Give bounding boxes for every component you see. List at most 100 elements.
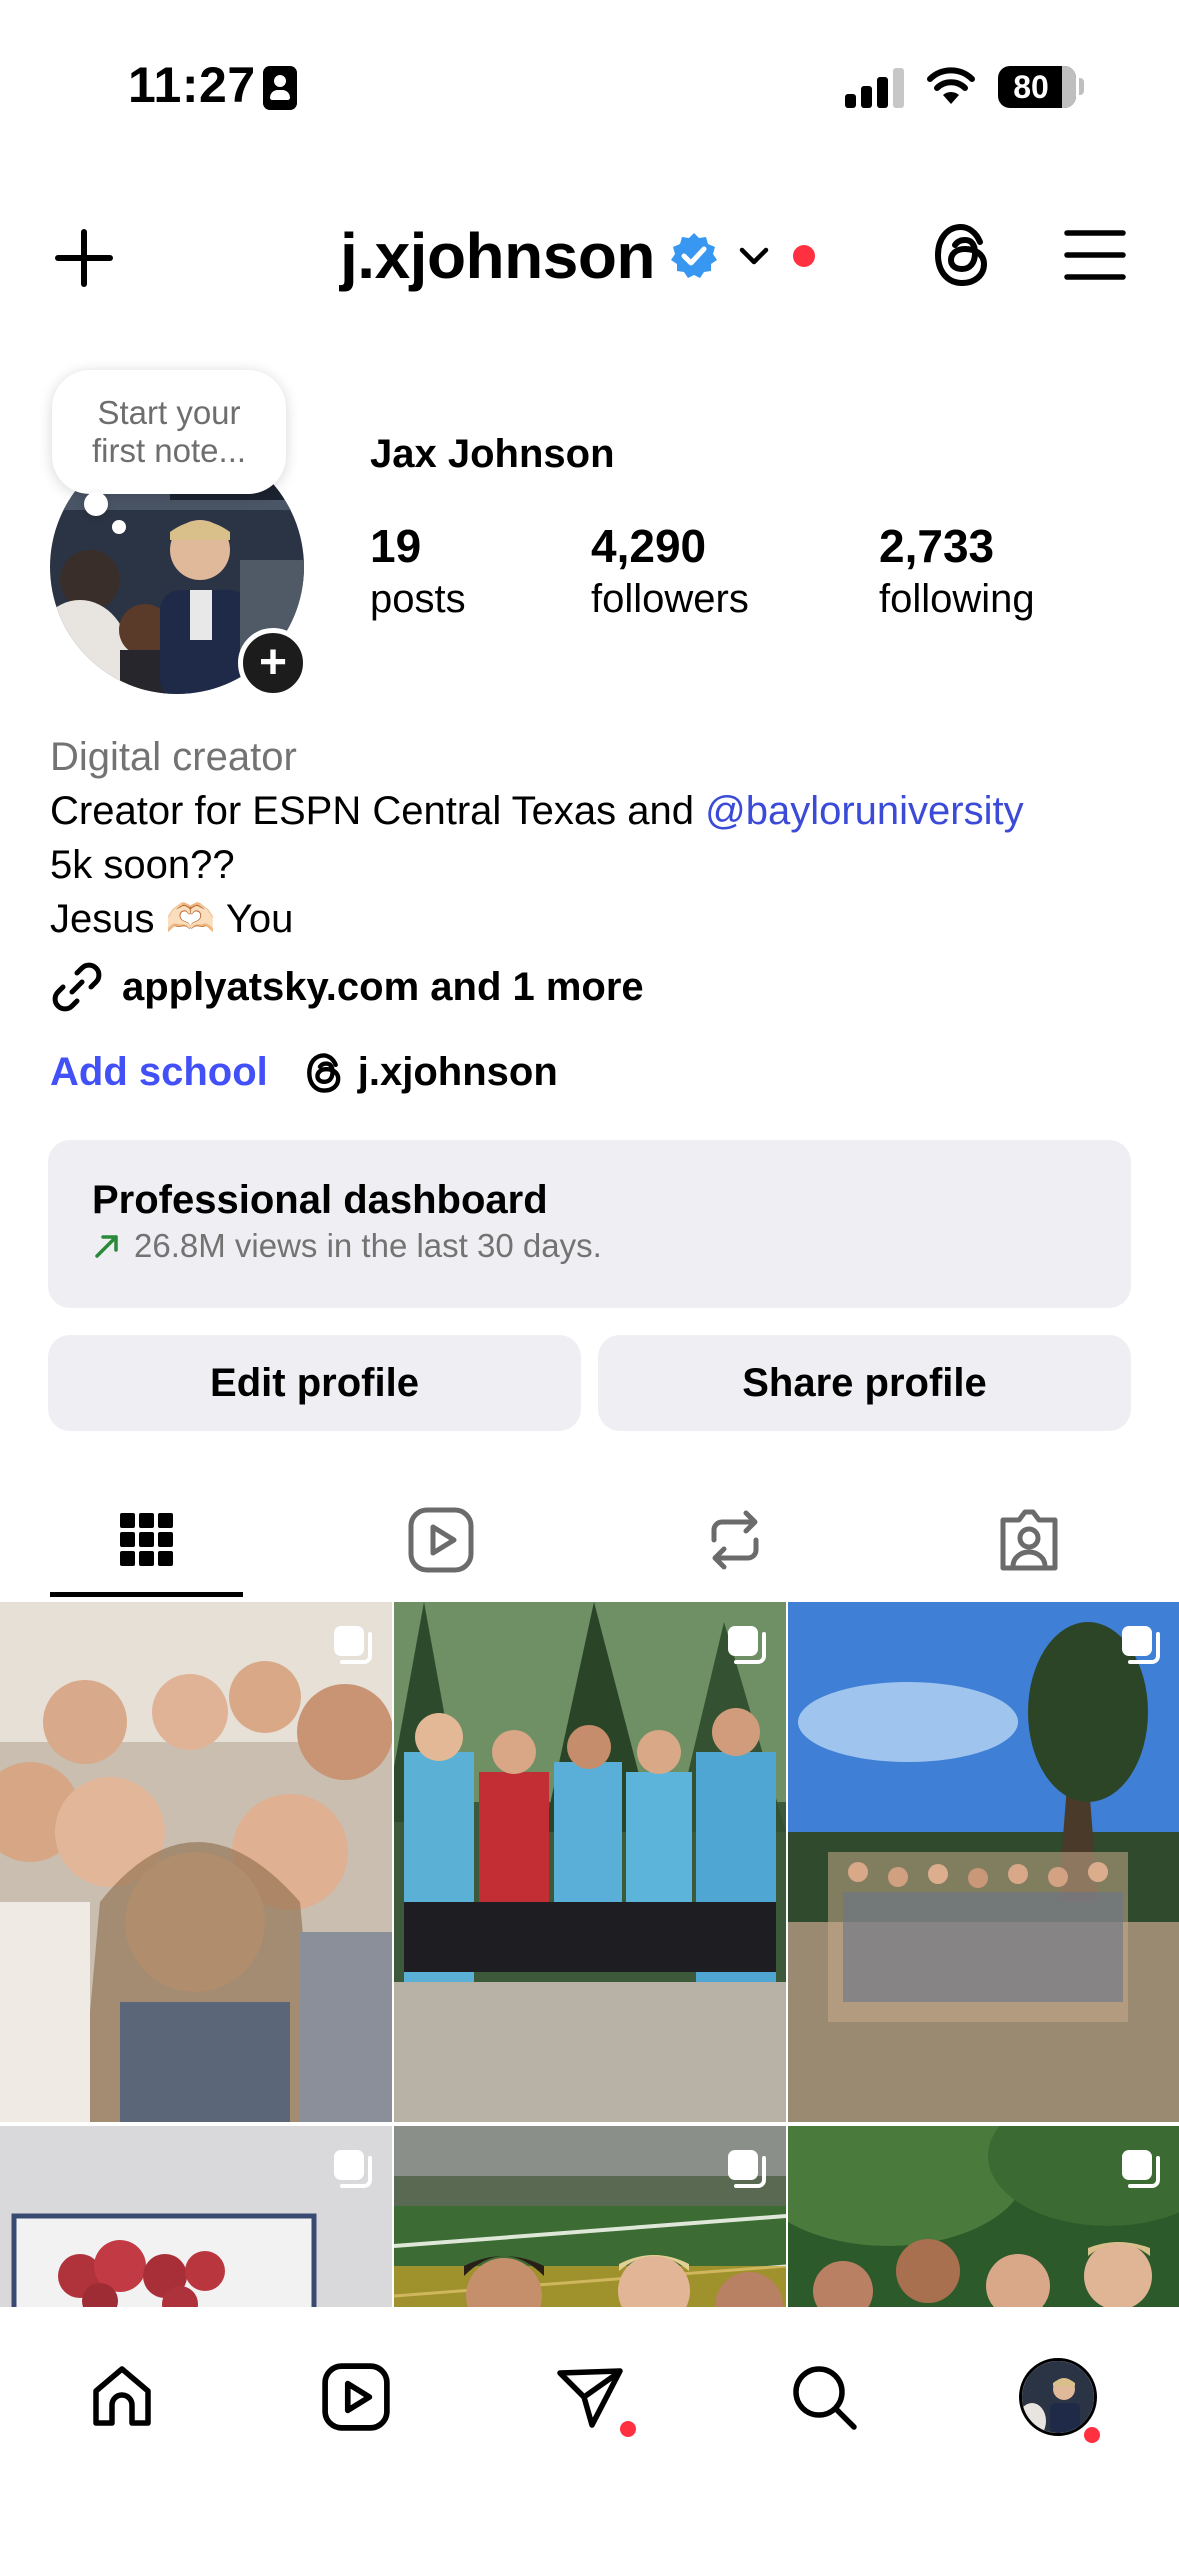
note-placeholder: Start your first note... xyxy=(91,394,247,469)
post-thumbnail[interactable] xyxy=(788,1602,1179,2122)
threads-button[interactable] xyxy=(920,212,1006,298)
posts-count: 19 xyxy=(370,520,422,572)
account-switcher[interactable]: j.xjohnson xyxy=(340,216,815,296)
full-name: Jax Johnson xyxy=(370,432,615,476)
home-icon xyxy=(93,2366,151,2426)
note-bubble-tail xyxy=(84,492,108,516)
bottom-navigation xyxy=(0,2307,1179,2556)
bio-line-1: Creator for ESPN Central Texas and @bayl… xyxy=(50,784,1150,838)
nav-profile[interactable] xyxy=(998,2347,1118,2447)
profile-header: j.xjohnson xyxy=(0,190,1179,320)
followers-count: 4,290 xyxy=(591,520,707,572)
note-bubble-tail-small xyxy=(112,520,126,534)
posts-grid xyxy=(0,1602,1179,2307)
dashboard-title: Professional dashboard xyxy=(92,1178,548,1222)
reels-icon xyxy=(322,2363,390,2431)
add-school-link[interactable]: Add school xyxy=(50,1050,268,1095)
bio-line-3-start: Jesus xyxy=(50,897,166,941)
bio-text: Creator for ESPN Central Texas and xyxy=(50,789,706,833)
create-button[interactable] xyxy=(42,216,126,300)
carousel-icon xyxy=(334,1626,372,1664)
note-bubble[interactable]: Start your first note... xyxy=(52,370,286,494)
school-row: Add school j.xjohnson xyxy=(50,1050,558,1095)
bio-line-3-end: You xyxy=(215,897,294,941)
chevron-down-icon xyxy=(739,247,769,265)
professional-dashboard[interactable]: Professional dashboard 26.8M views in th… xyxy=(48,1140,1131,1308)
link-icon xyxy=(52,962,102,1012)
nav-home[interactable] xyxy=(62,2347,182,2447)
search-icon xyxy=(793,2366,857,2430)
carousel-icon xyxy=(334,2150,372,2188)
threads-icon xyxy=(934,223,988,287)
menu-button[interactable] xyxy=(1052,212,1138,298)
profile-badge xyxy=(1084,2427,1100,2443)
heart-hands-emoji: 🫶🏻 xyxy=(165,897,216,941)
post-thumbnail[interactable] xyxy=(394,1602,786,2122)
nav-direct-messages[interactable] xyxy=(530,2347,650,2447)
profile-avatar-small xyxy=(1019,2358,1097,2436)
post-image xyxy=(0,1602,392,2122)
tab-posts[interactable] xyxy=(0,1480,294,1600)
post-thumbnail[interactable] xyxy=(0,1602,392,2122)
threads-icon xyxy=(306,1052,341,1093)
grid-icon xyxy=(120,1513,173,1566)
status-time: 11:27 xyxy=(128,57,256,113)
nav-reels[interactable] xyxy=(296,2347,416,2447)
following-stat[interactable]: 2,733 following xyxy=(879,518,1035,624)
carousel-icon xyxy=(728,2150,766,2188)
followers-label: followers xyxy=(591,577,749,621)
contact-card-icon xyxy=(263,66,297,110)
bio-line-2: 5k soon?? xyxy=(50,843,235,887)
tab-reels[interactable] xyxy=(294,1480,588,1600)
hamburger-menu-icon xyxy=(1064,230,1126,280)
post-image xyxy=(394,1602,786,2122)
dashboard-views: 26.8M views in the last 30 days. xyxy=(134,1227,602,1264)
reposts-icon xyxy=(711,1510,759,1570)
battery-icon: 80 xyxy=(998,66,1076,108)
followers-stat[interactable]: 4,290 followers xyxy=(591,518,749,624)
messages-badge xyxy=(620,2421,636,2437)
external-link[interactable]: applyatsky.com and 1 more xyxy=(50,960,644,1014)
post-image xyxy=(788,1602,1179,2122)
tab-tagged[interactable] xyxy=(882,1480,1176,1600)
bio: Digital creator Creator for ESPN Central… xyxy=(50,730,1150,946)
tab-reposts[interactable] xyxy=(588,1480,882,1600)
threads-profile-link[interactable]: j.xjohnson xyxy=(304,1050,558,1095)
carousel-icon xyxy=(1122,2150,1160,2188)
post-thumbnail[interactable] xyxy=(394,2126,786,2307)
profile-photo-small xyxy=(1022,2361,1094,2433)
tagged-icon xyxy=(1000,1509,1058,1571)
nav-search[interactable] xyxy=(764,2347,884,2447)
direct-messages-icon xyxy=(557,2368,623,2428)
edit-profile-button[interactable]: Edit profile xyxy=(48,1335,581,1431)
profile-tabs xyxy=(0,1480,1179,1600)
wifi-icon xyxy=(927,67,975,104)
bio-line-3: Jesus 🫶🏻 You xyxy=(50,892,1150,946)
username: j.xjohnson xyxy=(340,220,656,292)
trend-up-icon xyxy=(95,1235,118,1258)
active-tab-indicator xyxy=(50,1592,243,1597)
status-bar: 11:27 80 xyxy=(0,0,1179,170)
following-label: following xyxy=(879,577,1035,621)
add-story-button[interactable]: + xyxy=(238,628,308,698)
posts-label: posts xyxy=(370,577,466,621)
profile-category: Digital creator xyxy=(50,735,297,779)
share-profile-button[interactable]: Share profile xyxy=(598,1335,1131,1431)
reels-icon xyxy=(408,1507,474,1573)
verified-badge-icon xyxy=(671,233,717,278)
dashboard-subtitle: 26.8M views in the last 30 days. xyxy=(92,1224,1087,1268)
following-count: 2,733 xyxy=(879,520,995,572)
post-thumbnail[interactable] xyxy=(0,2126,392,2307)
threads-handle-text: j.xjohnson xyxy=(357,1050,558,1094)
link-text: applyatsky.com and 1 more xyxy=(122,964,644,1009)
carousel-icon xyxy=(1122,1626,1160,1664)
carousel-icon xyxy=(728,1626,766,1664)
cellular-signal-icon xyxy=(845,66,905,108)
plus-icon xyxy=(55,229,113,287)
mention-link[interactable]: @bayloruniversity xyxy=(705,789,1024,833)
posts-stat[interactable]: 19 posts xyxy=(370,518,466,624)
notification-dot xyxy=(793,245,815,267)
battery-level: 80 xyxy=(1013,69,1049,105)
post-thumbnail[interactable] xyxy=(788,2126,1179,2307)
battery-nub xyxy=(1079,78,1084,95)
